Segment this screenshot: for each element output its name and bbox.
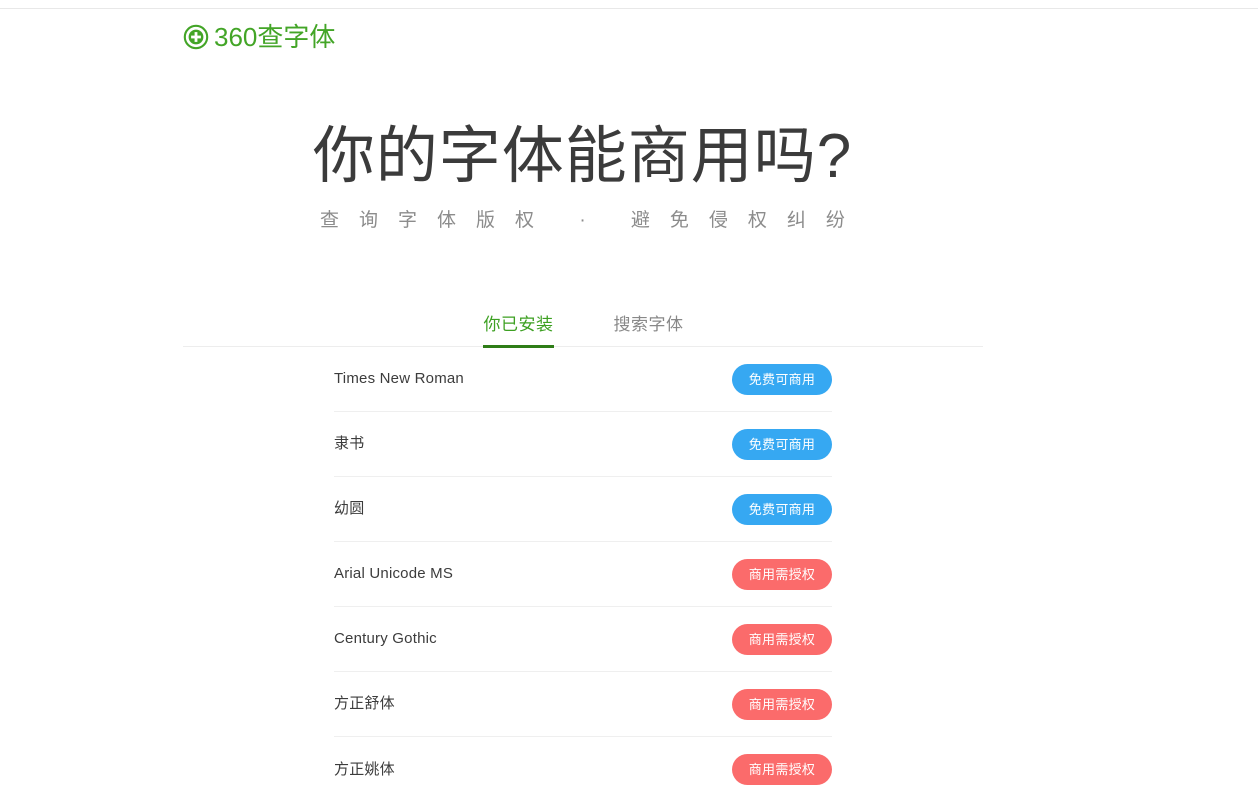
status-badge[interactable]: 免费可商用 (732, 428, 832, 460)
status-badge[interactable]: 免费可商用 (732, 363, 832, 395)
tab-search-fonts[interactable]: 搜索字体 (613, 303, 684, 347)
top-divider (0, 8, 1258, 9)
list-item[interactable]: 隶书 免费可商用 (334, 412, 832, 477)
list-item[interactable]: 幼圆 免费可商用 (334, 477, 832, 542)
list-item[interactable]: 方正舒体 商用需授权 (334, 672, 832, 737)
font-name: 方正姚体 (334, 760, 395, 778)
circle-plus-icon (183, 24, 209, 50)
list-item[interactable]: 方正姚体 商用需授权 (334, 737, 832, 801)
tab-installed[interactable]: 你已安装 (483, 303, 554, 348)
font-name: 隶书 (334, 435, 365, 452)
page-root: 360查字体 你的字体能商用吗? 查询字体版权 · 避免侵权纠纷 你已安装 搜索… (0, 0, 1258, 801)
page-subtitle: 查询字体版权 · 避免侵权纠纷 (320, 210, 865, 231)
status-badge[interactable]: 商用需授权 (732, 688, 832, 720)
list-item[interactable]: Arial Unicode MS 商用需授权 (334, 542, 832, 607)
status-badge[interactable]: 免费可商用 (732, 493, 832, 525)
logo-text[interactable]: 360查字体 (214, 24, 335, 50)
font-name: 幼圆 (334, 500, 365, 517)
list-item[interactable]: Century Gothic 商用需授权 (334, 607, 832, 672)
font-list: Times New Roman 免费可商用 隶书 免费可商用 幼圆 免费可商用 … (334, 347, 832, 801)
list-item[interactable]: Times New Roman 免费可商用 (334, 347, 832, 412)
page-title: 你的字体能商用吗? (312, 122, 853, 191)
status-badge[interactable]: 商用需授权 (732, 623, 832, 655)
status-badge[interactable]: 商用需授权 (732, 754, 832, 785)
hero-section: 你的字体能商用吗? 查询字体版权 · 避免侵权纠纷 (0, 118, 1165, 234)
font-name: Arial Unicode MS (334, 565, 454, 582)
font-name: Century Gothic (334, 630, 437, 647)
status-badge[interactable]: 商用需授权 (732, 558, 832, 590)
font-name: 方正舒体 (334, 695, 395, 712)
font-name: Times New Roman (334, 370, 464, 387)
site-header: 360查字体 (183, 24, 335, 50)
tab-bar: 你已安装 搜索字体 (183, 303, 983, 348)
